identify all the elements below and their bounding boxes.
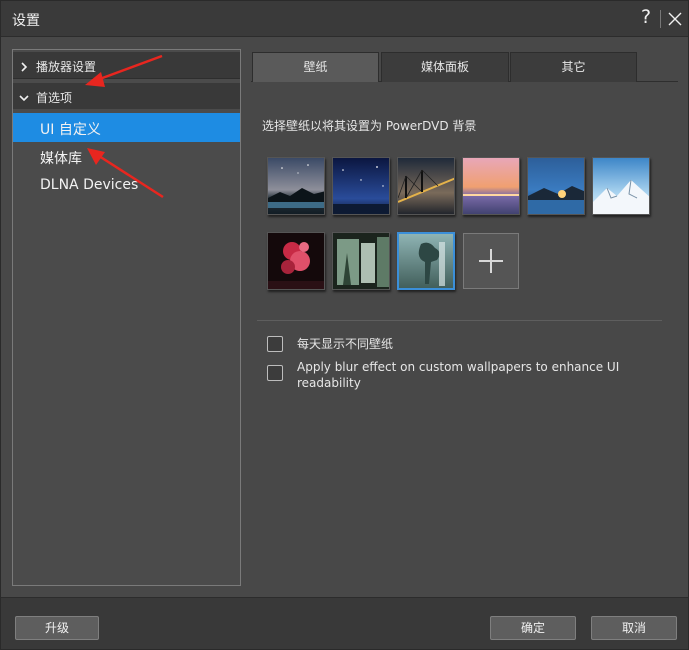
- cancel-button[interactable]: 取消: [591, 616, 677, 640]
- nav-group-player-settings[interactable]: 播放器设置: [13, 52, 240, 78]
- title-bar-divider: [660, 10, 661, 28]
- tab-media-panel[interactable]: 媒体面板: [381, 52, 509, 82]
- nav-item-ui-customization[interactable]: UI 自定义: [13, 113, 240, 142]
- blur-effect-label-line2: readability: [297, 376, 361, 390]
- dialog-footer: 升级 确定 取消: [1, 597, 688, 649]
- nav-item-label: 媒体库: [40, 151, 82, 167]
- wallpaper-thumbnail[interactable]: [592, 157, 650, 215]
- wallpaper-thumbnail[interactable]: [397, 157, 455, 215]
- daily-wallpaper-label: 每天显示不同壁纸: [297, 337, 394, 351]
- wallpaper-thumbnail[interactable]: [527, 157, 585, 215]
- chevron-right-icon: [18, 58, 30, 72]
- settings-dialog: 设置 ? 播放器设置 首选项 UI 自定义 媒体库 DLNA Devices 壁…: [0, 0, 689, 650]
- wallpaper-thumbnail[interactable]: [332, 232, 390, 290]
- chevron-down-icon: [18, 89, 30, 102]
- upgrade-button[interactable]: 升级: [15, 616, 99, 640]
- tab-other[interactable]: 其它: [510, 52, 637, 82]
- close-icon[interactable]: [666, 10, 684, 28]
- wallpaper-thumbnail-selected[interactable]: [397, 232, 455, 290]
- nav-item-dlna-devices[interactable]: DLNA Devices: [13, 171, 240, 200]
- settings-nav-tree: 播放器设置 首选项 UI 自定义 媒体库 DLNA Devices: [12, 49, 241, 586]
- wallpaper-thumbnail[interactable]: [267, 157, 325, 215]
- nav-group-preferences[interactable]: 首选项: [13, 83, 240, 109]
- nav-item-media-library[interactable]: 媒体库: [13, 142, 240, 171]
- nav-item-label: UI 自定义: [40, 122, 101, 138]
- nav-item-label: DLNA Devices: [40, 177, 139, 193]
- wallpaper-thumbnail[interactable]: [332, 157, 390, 215]
- nav-divider: [13, 78, 240, 79]
- nav-group-label: 播放器设置: [36, 60, 97, 74]
- add-wallpaper-button[interactable]: [463, 233, 519, 289]
- title-bar: 设置 ?: [1, 1, 688, 37]
- wallpaper-caption: 选择壁纸以将其设置为 PowerDVD 背景: [262, 119, 477, 133]
- wallpaper-thumbnail[interactable]: [462, 157, 520, 215]
- blur-effect-label-line1: Apply blur effect on custom wallpapers t…: [297, 360, 620, 374]
- wallpaper-thumbnail[interactable]: [267, 232, 325, 290]
- blur-effect-checkbox[interactable]: [267, 365, 283, 381]
- help-icon[interactable]: ?: [638, 6, 654, 28]
- nav-group-label: 首选项: [36, 91, 73, 105]
- ok-button[interactable]: 确定: [490, 616, 576, 640]
- section-divider: [257, 320, 662, 321]
- tab-bar: 壁纸 媒体面板 其它: [251, 52, 678, 82]
- tab-wallpaper[interactable]: 壁纸: [252, 52, 379, 82]
- dialog-title: 设置: [12, 13, 40, 29]
- daily-wallpaper-checkbox[interactable]: [267, 336, 283, 352]
- plus-icon: [464, 249, 518, 292]
